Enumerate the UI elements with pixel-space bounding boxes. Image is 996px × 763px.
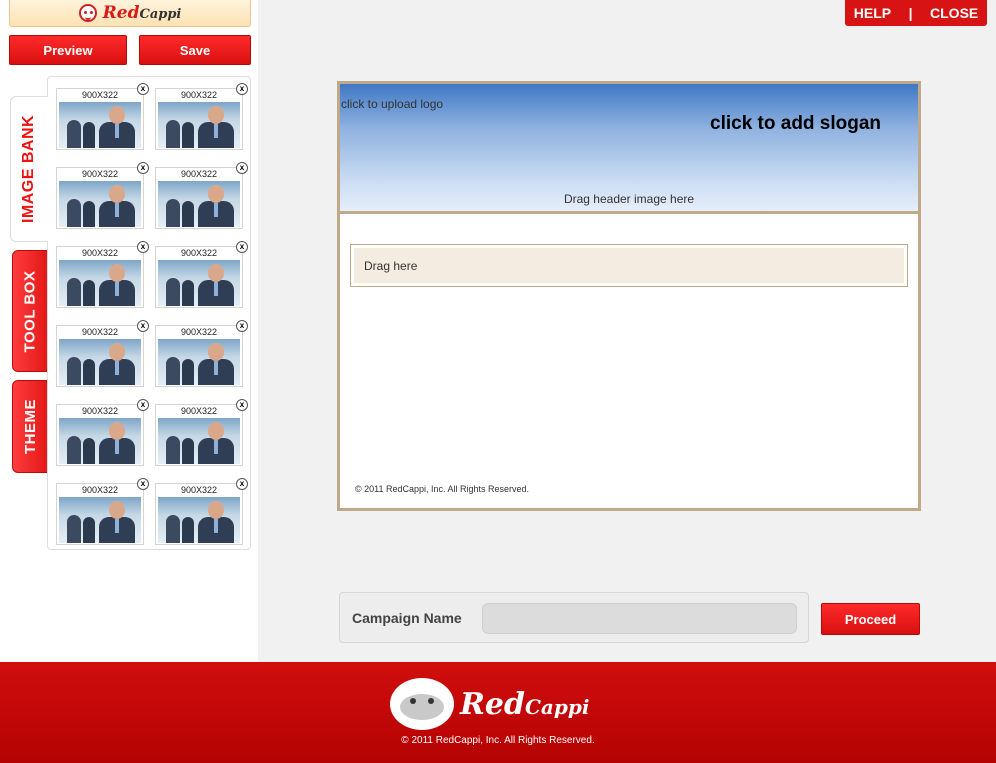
tab-tool-box[interactable]: TOOL BOX (12, 250, 48, 372)
image-size-label: 900X322 (81, 169, 119, 179)
header-image-drop-zone[interactable]: click to upload logo click to add slogan… (340, 84, 918, 214)
image-preview (59, 497, 141, 543)
footer-logo: RedCappi (390, 674, 600, 734)
remove-image-icon[interactable]: x (236, 320, 248, 332)
remove-image-icon[interactable]: x (137, 83, 149, 95)
image-thumbnail[interactable]: 900X322 x (155, 162, 248, 229)
image-preview (158, 181, 240, 227)
tab-theme[interactable]: THEME (12, 380, 48, 473)
image-preview (59, 260, 141, 306)
remove-image-icon[interactable]: x (137, 162, 149, 174)
image-thumbnail[interactable]: 900X322 x (56, 399, 149, 466)
logo-dark-text: Cappi (139, 7, 182, 22)
tab-image-bank-label: IMAGE BANK (20, 114, 38, 224)
image-size-label: 900X322 (81, 327, 119, 337)
slogan-placeholder[interactable]: click to add slogan (710, 113, 881, 135)
image-thumbnail[interactable]: 900X322 x (56, 478, 149, 545)
image-size-label: 900X322 (81, 90, 119, 100)
footer-copyright: © 2011 RedCappi, Inc. All Rights Reserve… (401, 735, 595, 746)
separator: | (908, 5, 913, 21)
image-thumbnail[interactable]: 900X322 x (56, 162, 149, 229)
remove-image-icon[interactable]: x (236, 399, 248, 411)
image-bank-panel: 900X322 x 900X322 x 900X322 x 900X322 x 900X322 x… (47, 76, 251, 550)
image-size-label: 900X322 (180, 248, 218, 258)
image-preview (59, 102, 141, 148)
image-thumbnail[interactable]: 900X322 x (155, 241, 248, 308)
image-preview (158, 418, 240, 464)
help-link[interactable]: HELP (854, 5, 891, 21)
image-thumbnail[interactable]: 900X322 x (155, 399, 248, 466)
image-preview (59, 418, 141, 464)
tab-image-bank[interactable]: IMAGE BANK (10, 96, 48, 242)
left-panel: RedCappi Preview Save IMAGE BANK TOOL BO… (0, 0, 258, 662)
footer-brand-red: Red (460, 686, 525, 722)
image-size-label: 900X322 (81, 406, 119, 416)
remove-image-icon[interactable]: x (236, 241, 248, 253)
image-thumbnail[interactable]: 900X322 x (155, 83, 248, 150)
save-button[interactable]: Save (139, 35, 251, 65)
footer-brand-text: RedCappi (460, 687, 589, 722)
image-thumbnail[interactable]: 900X322 x (56, 83, 149, 150)
preview-button[interactable]: Preview (9, 35, 127, 65)
image-preview (158, 102, 240, 148)
image-preview (158, 497, 240, 543)
image-size-label: 900X322 (180, 485, 218, 495)
image-preview (158, 339, 240, 385)
logo-red-text: Red (102, 3, 140, 23)
tab-tool-box-label: TOOL BOX (21, 270, 39, 352)
image-size-label: 900X322 (81, 248, 119, 258)
image-preview (158, 260, 240, 306)
drag-header-hint: Drag header image here (563, 192, 695, 206)
image-size-label: 900X322 (180, 406, 218, 416)
content-drop-zone[interactable]: Drag here (350, 244, 908, 287)
remove-image-icon[interactable]: x (137, 399, 149, 411)
campaign-name-input[interactable] (482, 603, 797, 634)
image-thumbnail[interactable]: 900X322 x (56, 241, 149, 308)
image-thumbnail[interactable]: 900X322 x (155, 478, 248, 545)
email-canvas: click to upload logo click to add slogan… (337, 81, 921, 511)
remove-image-icon[interactable]: x (236, 478, 248, 490)
brand-logo: RedCappi (9, 0, 251, 27)
tab-theme-label: THEME (21, 399, 39, 454)
image-size-label: 900X322 (180, 90, 218, 100)
remove-image-icon[interactable]: x (137, 241, 149, 253)
drag-here-hint: Drag here (354, 248, 904, 283)
image-size-label: 900X322 (81, 485, 119, 495)
remove-image-icon[interactable]: x (236, 162, 248, 174)
monkey-icon (390, 678, 454, 730)
campaign-bar: Campaign Name (339, 592, 809, 643)
canvas-footer-text: © 2011 RedCappi, Inc. All Rights Reserve… (355, 484, 530, 494)
image-size-label: 900X322 (180, 169, 218, 179)
remove-image-icon[interactable]: x (137, 478, 149, 490)
close-link[interactable]: CLOSE (930, 5, 978, 21)
upload-logo-link[interactable]: click to upload logo (341, 97, 443, 111)
image-thumbnail[interactable]: 900X322 x (56, 320, 149, 387)
proceed-button[interactable]: Proceed (821, 603, 920, 635)
face-icon (78, 4, 97, 22)
image-preview (59, 339, 141, 385)
remove-image-icon[interactable]: x (236, 83, 248, 95)
image-thumbnail[interactable]: 900X322 x (155, 320, 248, 387)
campaign-name-label: Campaign Name (352, 610, 462, 626)
top-actions: HELP | CLOSE (845, 0, 987, 26)
footer-brand-cappi: Cappi (525, 694, 590, 719)
image-preview (59, 181, 141, 227)
image-size-label: 900X322 (180, 327, 218, 337)
remove-image-icon[interactable]: x (137, 320, 149, 332)
footer: RedCappi © 2011 RedCappi, Inc. All Right… (0, 662, 996, 763)
